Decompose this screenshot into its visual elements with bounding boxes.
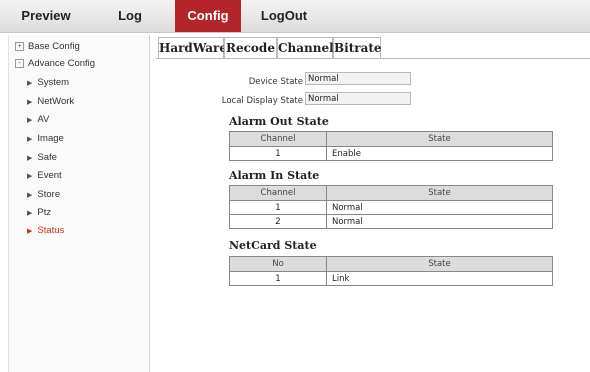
table-row: 1 Enable bbox=[229, 146, 553, 161]
table-row: 1 Link bbox=[229, 271, 553, 286]
sidebar-item-label: Image bbox=[37, 133, 64, 144]
sidebar-item-store[interactable]: ▶ Store bbox=[27, 189, 60, 200]
alarm-in-table: Channel State 1 Normal 2 Normal bbox=[229, 185, 553, 229]
sidebar-item-label: System bbox=[37, 77, 70, 88]
arrow-right-icon: ▶ bbox=[27, 136, 33, 143]
table-cell: Normal bbox=[326, 214, 553, 229]
arrow-right-icon: ▶ bbox=[27, 210, 33, 217]
nav-preview[interactable]: Preview bbox=[0, 0, 92, 32]
table-row: 2 Normal bbox=[229, 214, 553, 229]
top-nav-bar: Preview Log Config LogOut bbox=[0, 0, 590, 33]
arrow-right-icon: ▶ bbox=[27, 155, 33, 162]
table-header-row: No State bbox=[229, 256, 553, 272]
local-display-state-label: Local Display State bbox=[221, 96, 303, 106]
sidebar-item-status[interactable]: ▶ Status bbox=[27, 225, 64, 236]
netcard-table: No State 1 Link bbox=[229, 256, 553, 286]
table-cell: Normal bbox=[326, 200, 553, 215]
table-row: 1 Normal bbox=[229, 200, 553, 215]
alarm-in-title: Alarm In State bbox=[229, 169, 320, 182]
local-display-state-value: Normal bbox=[305, 92, 411, 105]
tab-recode[interactable]: Recode bbox=[224, 37, 277, 58]
sidebar-item-label: Safe bbox=[37, 152, 57, 163]
netcard-title: NetCard State bbox=[229, 239, 317, 252]
table-cell: 2 bbox=[229, 214, 327, 229]
alarm-out-table: Channel State 1 Enable bbox=[229, 131, 553, 161]
table-cell: Link bbox=[326, 271, 553, 286]
sidebar-item-label: Event bbox=[37, 170, 62, 181]
sidebar-item-label: Status bbox=[37, 225, 65, 236]
sidebar-item-ptz[interactable]: ▶ Ptz bbox=[27, 207, 51, 218]
device-state-value: Normal bbox=[305, 72, 411, 85]
sidebar-item-label: NetWork bbox=[37, 96, 75, 107]
sidebar-group-label: Base Config bbox=[28, 41, 80, 52]
arrow-right-icon: ▶ bbox=[27, 192, 33, 199]
nav-log[interactable]: Log bbox=[100, 0, 160, 32]
sidebar-group-base-config[interactable]: + Base Config bbox=[15, 41, 80, 52]
arrow-right-icon: ▶ bbox=[27, 117, 33, 124]
nav-config[interactable]: Config bbox=[175, 0, 241, 32]
column-header: State bbox=[326, 131, 553, 147]
arrow-right-icon: ▶ bbox=[27, 99, 33, 106]
table-header-row: Channel State bbox=[229, 185, 553, 201]
sidebar-item-label: AV bbox=[37, 114, 50, 125]
arrow-right-icon: ▶ bbox=[27, 80, 33, 87]
sidebar: + Base Config - Advance Config ▶ System ▶ Ne… bbox=[8, 35, 150, 372]
tab-channel[interactable]: Channel bbox=[277, 37, 334, 58]
sidebar-item-image[interactable]: ▶ Image bbox=[27, 133, 64, 144]
table-header-row: Channel State bbox=[229, 131, 553, 147]
sidebar-item-label: Ptz bbox=[37, 207, 52, 218]
collapse-icon[interactable]: - bbox=[15, 58, 24, 68]
arrow-right-icon: ▶ bbox=[27, 173, 33, 180]
nav-logout[interactable]: LogOut bbox=[248, 0, 320, 32]
table-cell: 1 bbox=[229, 200, 327, 215]
column-header: State bbox=[326, 256, 553, 272]
tab-divider bbox=[156, 58, 590, 59]
table-cell: 1 bbox=[229, 146, 327, 161]
sidebar-item-safe[interactable]: ▶ Safe bbox=[27, 152, 57, 163]
column-header: No bbox=[229, 256, 327, 272]
column-header: Channel bbox=[229, 185, 327, 201]
sidebar-item-network[interactable]: ▶ NetWork bbox=[27, 96, 74, 107]
alarm-out-title: Alarm Out State bbox=[229, 115, 329, 128]
sidebar-item-system[interactable]: ▶ System bbox=[27, 77, 69, 88]
column-header: State bbox=[326, 185, 553, 201]
tab-bitrate[interactable]: Bitrate bbox=[333, 37, 382, 58]
sidebar-group-advance-config[interactable]: - Advance Config bbox=[15, 58, 95, 69]
sidebar-item-event[interactable]: ▶ Event bbox=[27, 170, 62, 181]
device-state-label: Device State bbox=[248, 77, 303, 87]
table-cell: Enable bbox=[326, 146, 553, 161]
expand-icon[interactable]: + bbox=[15, 41, 24, 51]
table-cell: 1 bbox=[229, 271, 327, 286]
column-header: Channel bbox=[229, 131, 327, 147]
sidebar-item-label: Store bbox=[37, 189, 61, 200]
sidebar-group-label: Advance Config bbox=[28, 58, 96, 69]
sidebar-item-av[interactable]: ▶ AV bbox=[27, 114, 49, 125]
arrow-right-icon: ▶ bbox=[27, 228, 33, 235]
tab-hardware[interactable]: HardWare bbox=[158, 37, 227, 59]
